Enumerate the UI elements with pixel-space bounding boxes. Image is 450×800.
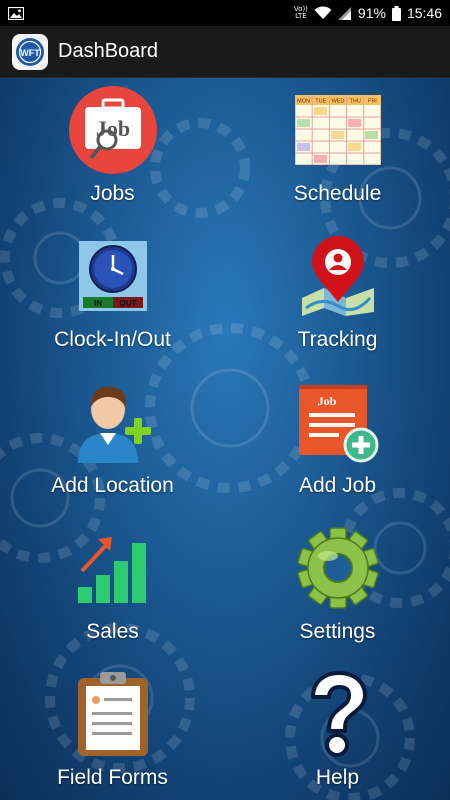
tile-tracking[interactable]: Tracking <box>225 224 450 370</box>
tile-clock-in-out[interactable]: IN OUT Clock-In/Out <box>0 224 225 370</box>
clock-icon: IN OUT <box>65 228 161 324</box>
tile-help[interactable]: Help <box>225 662 450 800</box>
schedule-day-tue: TUE <box>315 99 326 105</box>
schedule-day-mon: MON <box>297 99 310 105</box>
dashboard-grid: Job Jobs MON TUE WED THU FRI Schedule IN… <box>0 78 450 800</box>
tile-sales[interactable]: Sales <box>0 516 225 662</box>
tile-label: Clock-In/Out <box>54 328 171 351</box>
map-pin-icon <box>290 228 386 324</box>
app-title: DashBoard <box>58 40 159 62</box>
tile-add-location[interactable]: Add Location <box>0 370 225 516</box>
tile-field-forms[interactable]: Field Forms <box>0 662 225 800</box>
jobs-icon-word: Job <box>95 116 129 141</box>
tile-label: Jobs <box>90 182 135 205</box>
clock-time: 15:46 <box>406 5 442 21</box>
tile-label: Tracking <box>297 328 378 351</box>
volte-bottom-label: LTE <box>295 12 307 20</box>
clock-out-label: OUT <box>119 299 136 308</box>
app-logo[interactable]: WFT <box>12 33 48 70</box>
tile-label: Schedule <box>293 182 382 205</box>
signal-icon <box>337 6 352 20</box>
tile-schedule[interactable]: MON TUE WED THU FRI Schedule <box>225 78 450 224</box>
schedule-day-thu: THU <box>349 99 360 105</box>
gear-icon <box>290 520 386 616</box>
add-job-icon: Job <box>290 374 386 470</box>
tile-jobs[interactable]: Job Jobs <box>0 78 225 224</box>
tile-settings[interactable]: Settings <box>225 516 450 662</box>
sales-chart-icon <box>65 520 161 616</box>
add-job-icon-word: Job <box>317 394 336 408</box>
app-logo-text: WFT <box>20 48 40 58</box>
tile-label: Field Forms <box>57 766 168 789</box>
schedule-day-fri: FRI <box>367 99 376 105</box>
clock-in-label: IN <box>94 299 102 308</box>
clipboard-icon <box>65 666 161 762</box>
tile-label: Sales <box>86 620 139 643</box>
battery-icon <box>391 5 401 21</box>
wifi-icon <box>314 6 332 20</box>
add-person-icon <box>65 374 161 470</box>
volte-indicator: Vo)) LTE <box>294 6 308 20</box>
jobs-briefcase-icon: Job <box>65 82 161 178</box>
tile-label: Settings <box>299 620 376 643</box>
schedule-calendar-icon: MON TUE WED THU FRI <box>290 82 386 178</box>
question-mark-icon <box>290 666 386 762</box>
app-bar: WFT DashBoard <box>0 26 450 78</box>
tile-label: Add Location <box>51 474 174 497</box>
gallery-notification-icon <box>8 6 24 20</box>
schedule-day-wed: WED <box>331 99 344 105</box>
battery-percent: 91% <box>357 5 386 21</box>
tile-label: Add Job <box>298 474 377 497</box>
status-bar: Vo)) LTE 91% 15:46 <box>0 0 450 26</box>
tile-add-job[interactable]: Job Add Job <box>225 370 450 516</box>
tile-label: Help <box>315 766 360 789</box>
